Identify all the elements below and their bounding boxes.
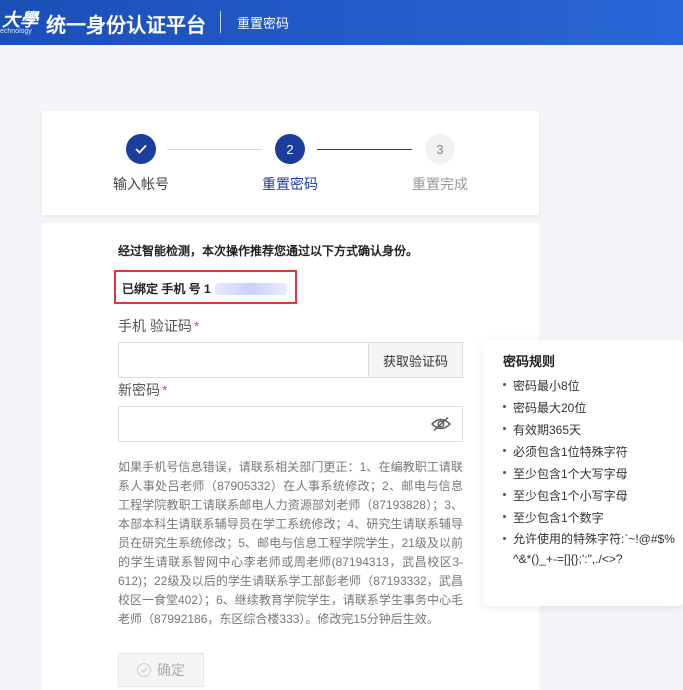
rule-item: 必须包含1位特殊字符 — [503, 441, 679, 463]
bound-phone-label: 已绑定 手机 号 1 — [122, 282, 211, 296]
contact-help-text: 如果手机号信息错误，请联系相关部门更正：1、在编教职工请联系人事处吕老师（879… — [118, 460, 463, 626]
step-2-label: 重置密码 — [262, 176, 318, 192]
code-field-label: 手机 验证码 * — [118, 316, 199, 336]
verification-notice: 经过智能检测，本次操作推荐您通过以下方式确认身份。 — [118, 244, 419, 258]
password-rules-panel: 密码规则 密码最小8位 密码最大20位 有效期365天 必须包含1位特殊字符 至… — [483, 340, 683, 606]
rule-item: 密码最小8位 — [503, 375, 679, 397]
bound-phone-text: 已绑定 手机 号 1 — [122, 280, 287, 297]
step-3-indicator: 3 — [425, 134, 455, 164]
rule-item: 至少包含1个数字 — [503, 507, 679, 529]
sms-code-input[interactable] — [118, 342, 369, 378]
password-field-label: 新密码 * — [118, 380, 167, 400]
site-title: 统一身份认证平台 — [46, 15, 206, 37]
step-3-label: 重置完成 — [412, 176, 468, 192]
rule-item: 有效期365天 — [503, 419, 679, 441]
step-2-indicator: 2 — [275, 134, 305, 164]
university-logo: 大學 echnology — [0, 6, 40, 38]
step-1-label: 输入帐号 — [113, 176, 169, 192]
eye-hidden-icon[interactable] — [431, 416, 451, 432]
page-title: 重置密码 — [237, 16, 290, 31]
required-mark: * — [162, 382, 168, 398]
rule-item: 至少包含1个大写字母 — [503, 463, 679, 485]
password-label-text: 新密码 — [118, 382, 160, 398]
step-connector-2 — [317, 149, 412, 150]
step-connector-1 — [167, 149, 262, 150]
reset-password-form: 经过智能检测，本次操作推荐您通过以下方式确认身份。 已绑定 手机 号 1 手机 … — [42, 223, 539, 690]
header-divider — [220, 11, 221, 33]
masked-phone-number — [214, 282, 287, 295]
rules-title: 密码规则 — [503, 354, 556, 369]
progress-steps: 2 3 输入帐号 重置密码 重置完成 — [42, 111, 539, 215]
confirm-button[interactable]: 确定 — [118, 653, 204, 687]
rules-list: 密码最小8位 密码最大20位 有效期365天 必须包含1位特殊字符 至少包含1个… — [503, 375, 679, 569]
confirm-button-label: 确定 — [157, 662, 185, 678]
rule-item: 密码最大20位 — [503, 397, 679, 419]
new-password-field[interactable] — [118, 406, 463, 442]
rule-item-special-chars: 允许使用的特殊字符:`~!@#$%^&*()_+-=[]{};':",./<>? — [503, 529, 679, 569]
check-circle-icon — [137, 663, 151, 677]
step-1-check-icon — [126, 134, 156, 164]
get-code-button[interactable]: 获取验证码 — [368, 342, 463, 378]
required-mark: * — [193, 318, 200, 334]
rule-item: 至少包含1个小写字母 — [503, 485, 679, 507]
code-label-text: 手机 验证码 — [118, 318, 192, 334]
top-header: 大學 echnology 统一身份认证平台 重置密码 — [0, 0, 683, 45]
bound-phone-highlight: 已绑定 手机 号 1 — [114, 270, 297, 304]
logo-subtext: echnology — [0, 28, 32, 35]
